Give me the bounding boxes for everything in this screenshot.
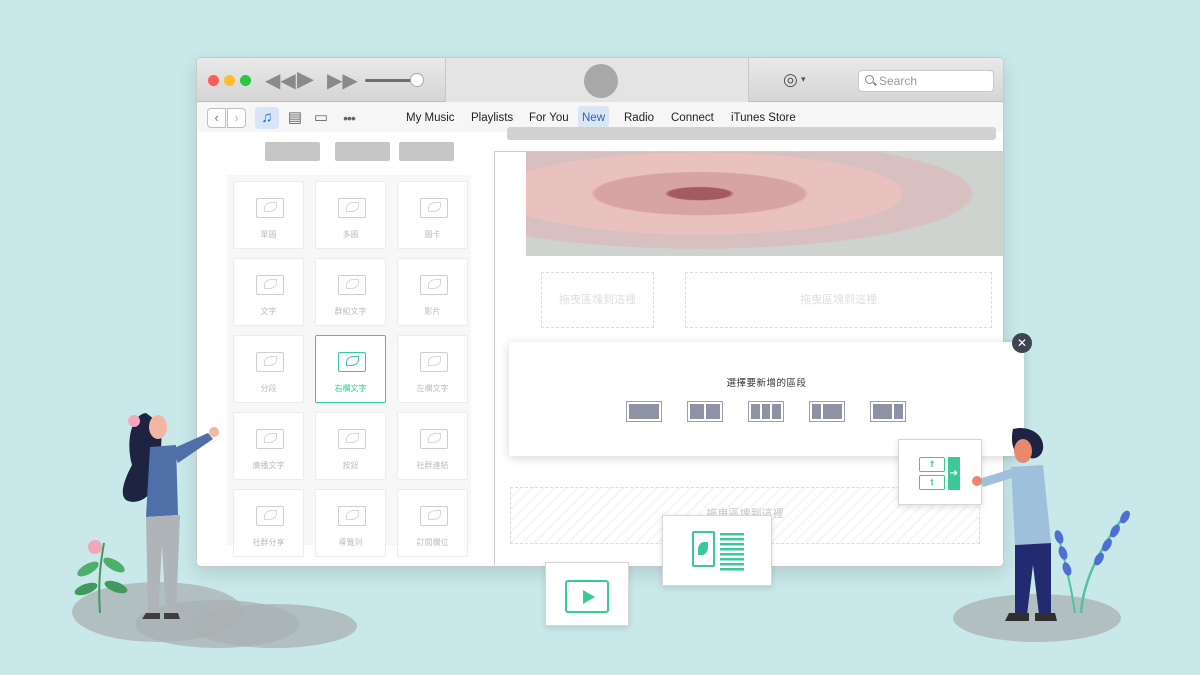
now-playing-display <box>445 58 749 102</box>
floating-video-card[interactable] <box>545 562 629 626</box>
minimize-window-button[interactable] <box>224 75 235 86</box>
forward-button[interactable]: › <box>227 108 246 128</box>
widget-banner-text[interactable]: 廣播文字 <box>233 412 304 480</box>
right-text-icon <box>338 352 366 372</box>
app-window: ◀◀ ▶ ▶▶ ◎ ▾ Search ‹ › ♫ ▤ ▭ ••• My Musi… <box>196 57 1004 567</box>
layout-2-column[interactable] <box>687 401 723 422</box>
widget-label: 影片 <box>424 307 441 316</box>
widget-label: 文字 <box>260 307 277 316</box>
film-icon[interactable]: ▤ <box>283 107 307 129</box>
arrow-right-icon: ➜ <box>948 457 960 490</box>
layout-1-column[interactable] <box>626 401 662 422</box>
layout-2-column-right[interactable] <box>870 401 906 422</box>
volume-knob[interactable] <box>410 73 424 87</box>
widget-subscribe[interactable]: 訂閱欄位 <box>397 489 468 557</box>
widget-button[interactable]: 按鈕 <box>315 412 386 480</box>
subscribe-icon <box>420 506 448 526</box>
widget-label: 廣播文字 <box>252 461 285 470</box>
social-share-icon: f t ➜ <box>919 457 961 492</box>
widget-multi-image[interactable]: 多圖 <box>315 181 386 249</box>
title-bar: ◀◀ ▶ ▶▶ ◎ ▾ Search <box>197 58 1003 102</box>
modal-title: 選擇要新增的區段 <box>726 378 807 389</box>
gallery-icon <box>338 198 366 218</box>
widget-social-links[interactable]: 社群連結 <box>397 412 468 480</box>
video-icon <box>420 275 448 295</box>
layout-3-column[interactable] <box>748 401 784 422</box>
horizontal-scrollbar[interactable] <box>507 127 996 140</box>
widget-label: 單圖 <box>260 230 277 239</box>
widget-right-column-text[interactable]: 右欄文字 <box>315 335 386 403</box>
widget-left-column-text[interactable]: 左欄文字 <box>397 335 468 403</box>
image-icon <box>256 198 284 218</box>
more-icon[interactable]: ••• <box>337 107 361 129</box>
widget-label: 圖卡 <box>424 230 441 239</box>
widget-video[interactable]: 影片 <box>397 258 468 326</box>
widget-divider[interactable]: 分段 <box>233 335 304 403</box>
widget-label: 多圖 <box>342 230 359 239</box>
widget-label: 按鈕 <box>342 461 359 470</box>
play-icon[interactable]: ▶ <box>297 66 314 92</box>
card-icon <box>420 198 448 218</box>
chevron-down-icon[interactable]: ▾ <box>801 74 806 85</box>
sidebar-tab-3[interactable] <box>399 142 454 161</box>
widget-label: 群組文字 <box>334 307 367 316</box>
nav-icon <box>338 506 366 526</box>
widget-social-share[interactable]: 社群分享 <box>233 489 304 557</box>
widget-label: 右欄文字 <box>334 384 367 393</box>
apple-logo-icon <box>584 64 618 98</box>
widget-label: 社群分享 <box>252 538 285 547</box>
widget-single-image[interactable]: 單圖 <box>233 181 304 249</box>
account-icon[interactable]: ◎ <box>783 70 798 90</box>
search-placeholder: Search <box>879 74 918 88</box>
widget-label: 左欄文字 <box>416 384 449 393</box>
zoom-window-button[interactable] <box>240 75 251 86</box>
divider-icon <box>256 352 284 372</box>
widget-label: 導覽列 <box>338 538 363 547</box>
previous-track-icon[interactable]: ◀◀ <box>265 68 296 93</box>
group-text-icon <box>338 275 366 295</box>
text-icon <box>256 275 284 295</box>
button-icon <box>338 429 366 449</box>
twitter-icon: t <box>919 475 945 490</box>
back-button[interactable]: ‹ <box>207 108 226 128</box>
close-window-button[interactable] <box>208 75 219 86</box>
sidebar-tab-1[interactable] <box>265 142 320 161</box>
plant-right-illustration <box>1054 510 1130 614</box>
search-icon <box>865 75 874 84</box>
tab-new[interactable]: New <box>578 106 610 128</box>
sidebar-tab-2[interactable] <box>335 142 390 161</box>
layout-2-column-left[interactable] <box>809 401 845 422</box>
next-track-icon[interactable]: ▶▶ <box>327 68 358 93</box>
play-video-icon <box>565 580 609 613</box>
social-icon <box>420 429 448 449</box>
drop-zone-wide[interactable]: 拖曳區塊到這裡 <box>685 272 992 328</box>
floating-right-text-card[interactable] <box>662 515 772 586</box>
drop-zone-small[interactable]: 拖曳區塊到這裡 <box>541 272 654 328</box>
close-icon[interactable]: ✕ <box>1012 333 1032 353</box>
widget-group-text[interactable]: 群組文字 <box>315 258 386 326</box>
widget-label: 分段 <box>260 384 277 393</box>
banner-icon <box>256 429 284 449</box>
tab-my-music[interactable]: My Music <box>402 111 459 133</box>
tv-icon[interactable]: ▭ <box>309 107 333 129</box>
facebook-icon: f <box>919 457 945 472</box>
share-icon <box>256 506 284 526</box>
widget-navigation[interactable]: 導覽列 <box>315 489 386 557</box>
search-input[interactable]: Search <box>858 70 994 92</box>
left-text-icon <box>420 352 448 372</box>
hero-image <box>526 152 1003 256</box>
widget-palette: 單圖 多圖 圖卡 文字 群組文字 影片 分段 右欄文字 左欄文字 廣播文字 按鈕… <box>227 175 471 557</box>
widget-image-card[interactable]: 圖卡 <box>397 181 468 249</box>
widget-label: 社群連結 <box>416 461 449 470</box>
widget-text[interactable]: 文字 <box>233 258 304 326</box>
plant-left-illustration <box>74 540 128 614</box>
widget-label: 訂閱欄位 <box>416 538 449 547</box>
music-note-icon[interactable]: ♫ <box>255 107 279 129</box>
right-text-icon <box>692 531 746 573</box>
